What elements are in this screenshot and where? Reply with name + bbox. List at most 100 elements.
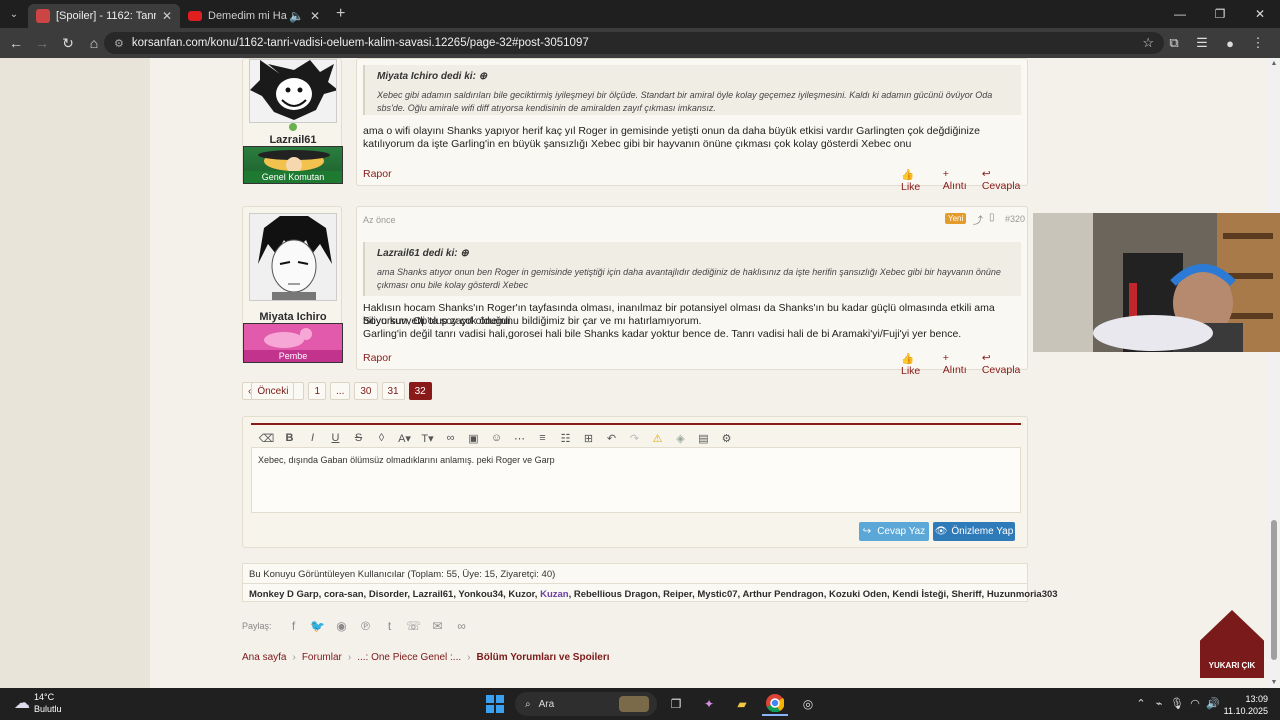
system-clock[interactable]: 13:09 11.10.2025 xyxy=(1224,693,1268,717)
report-link[interactable]: Rapor xyxy=(363,168,392,180)
more-icon[interactable]: ⋯ xyxy=(508,428,531,448)
file-explorer-icon[interactable]: ▰ xyxy=(729,692,755,716)
scroll-down-icon[interactable]: ▼ xyxy=(1268,679,1280,686)
crumb-episode-comments[interactable]: Bölüm Yorumları ve Spoilerı xyxy=(476,652,609,663)
taskbar-search[interactable]: ⌕ Ara xyxy=(515,692,657,716)
page-scrollbar[interactable]: ▲ ▼ xyxy=(1268,58,1280,688)
tumblr-icon[interactable]: t xyxy=(378,619,402,633)
viewer-names-more[interactable]: , Rebellious Dragon, Reiper, Mystic07, A… xyxy=(569,589,1058,600)
italic-icon[interactable]: I xyxy=(301,428,324,448)
bookmark-icon[interactable]: ▯ xyxy=(989,212,995,223)
chrome-icon[interactable] xyxy=(762,692,788,716)
quote-author[interactable]: Miyata Ichiro dedi ki: xyxy=(377,71,476,82)
menu-dots-icon[interactable]: ⋮ xyxy=(1244,31,1272,55)
table-icon[interactable]: ⊞ xyxy=(577,428,600,448)
link-icon[interactable]: ∞ xyxy=(439,428,462,448)
align-icon[interactable]: ≡ xyxy=(531,428,554,448)
reload-icon[interactable]: ↻ xyxy=(56,31,80,55)
crumb-one-piece[interactable]: ...: One Piece Genel :... xyxy=(357,652,461,663)
prev-page-button[interactable]: ‹ Önceki xyxy=(242,382,305,400)
volume-icon[interactable]: 🔊 xyxy=(1204,697,1222,710)
inline-spoiler-icon[interactable]: ◈ xyxy=(669,428,692,448)
whatsapp-icon[interactable]: ☏ xyxy=(402,619,426,633)
expand-quote-icon[interactable]: ⊕ xyxy=(460,248,468,259)
font-family-icon[interactable]: A▾ xyxy=(393,428,416,448)
avatar[interactable] xyxy=(249,59,337,123)
redo-icon[interactable]: ↷ xyxy=(623,428,646,448)
eraser-icon[interactable]: ⌫ xyxy=(255,428,278,448)
reddit-icon[interactable]: ◉ xyxy=(330,619,354,633)
drafts-icon[interactable]: ▤ xyxy=(692,428,715,448)
settings-gear-icon[interactable]: ⚙ xyxy=(715,428,738,448)
image-icon[interactable]: ▣ xyxy=(462,428,485,448)
obs-icon[interactable]: ◎ xyxy=(795,692,821,716)
username[interactable]: Miyata Ichiro xyxy=(243,311,343,323)
windows-start-icon[interactable] xyxy=(482,692,508,716)
copilot-icon[interactable]: ✦ xyxy=(696,692,722,716)
font-size-icon[interactable]: T▾ xyxy=(416,428,439,448)
viewer-names[interactable]: Monkey D Garp, cora-san, Disorder, Lazra… xyxy=(249,589,540,600)
bookmark-star-icon[interactable]: ☆ xyxy=(1142,35,1154,51)
tab-close-icon[interactable]: ✕ xyxy=(162,9,172,23)
tab-youtube[interactable]: Demedim mi Haydar (Ahm 🔈 ✕ xyxy=(180,4,328,28)
scroll-thumb[interactable] xyxy=(1271,520,1277,660)
close-window-icon[interactable]: ✕ xyxy=(1240,0,1280,28)
tab-forum[interactable]: [Spoiler] - 1162: Tanrı Vadisi Öl ✕ xyxy=(28,4,180,28)
quote-button[interactable]: + Alıntı xyxy=(943,168,972,193)
forward-icon[interactable]: → xyxy=(30,31,54,55)
page-30-link[interactable]: 30 xyxy=(354,382,378,400)
page-ellipsis[interactable]: ... xyxy=(330,382,351,400)
tab-close-icon[interactable]: ✕ xyxy=(310,9,320,23)
list-icon[interactable]: ☷ xyxy=(554,428,577,448)
share-icon[interactable]: ⤴ xyxy=(973,212,983,227)
expand-quote-icon[interactable]: ⊕ xyxy=(479,71,487,82)
new-tab-button[interactable]: + xyxy=(336,5,345,23)
restore-icon[interactable]: ❐ xyxy=(1200,0,1240,28)
reply-button[interactable]: ↩ Cevapla xyxy=(982,352,1027,377)
extensions-icon[interactable]: ⧉ xyxy=(1160,31,1188,55)
post-number[interactable]: #320 xyxy=(1005,214,1025,224)
network-icon[interactable]: ⌁ xyxy=(1150,697,1168,710)
emoji-icon[interactable]: ☺ xyxy=(485,428,508,448)
email-icon[interactable]: ✉ xyxy=(426,619,450,633)
username[interactable]: Lazrail61 xyxy=(243,134,343,146)
pinterest-icon[interactable]: ℗ xyxy=(354,619,378,633)
tab-search-chevron-icon[interactable]: ⌄ xyxy=(0,0,28,28)
page-31-link[interactable]: 31 xyxy=(381,382,405,400)
wifi-icon[interactable]: ◠ xyxy=(1186,697,1204,710)
profile-avatar-icon[interactable]: ● xyxy=(1216,31,1244,55)
address-bar[interactable]: ⚙ korsanfan.com/konu/1162-tanri-vadisi-o… xyxy=(104,32,1164,54)
page-1-link[interactable]: 1 xyxy=(308,382,327,400)
spoiler-warning-icon[interactable]: ⚠ xyxy=(646,428,669,448)
tray-chevron-up-icon[interactable]: ⌃ xyxy=(1132,697,1150,710)
crumb-home[interactable]: Ana sayfa xyxy=(242,652,286,663)
like-button[interactable]: 👍 Like xyxy=(901,168,933,193)
share-link-icon[interactable]: ∞ xyxy=(450,619,474,633)
preview-button[interactable]: 👁 Önizleme Yap xyxy=(933,522,1015,541)
post-time[interactable]: Az önce xyxy=(363,215,396,225)
undo-icon[interactable]: ↶ xyxy=(600,428,623,448)
reply-button[interactable]: ↩ Cevapla xyxy=(982,168,1027,193)
twitter-icon[interactable]: 🐦 xyxy=(306,619,330,633)
quote-button[interactable]: + Alıntı xyxy=(943,352,972,377)
home-icon[interactable]: ⌂ xyxy=(82,31,106,55)
scroll-up-icon[interactable]: ▲ xyxy=(1268,60,1280,67)
strikethrough-icon[interactable]: S xyxy=(347,428,370,448)
speaker-icon[interactable]: 🔈 xyxy=(289,9,304,23)
page-32-current[interactable]: 32 xyxy=(408,382,432,400)
avatar[interactable] xyxy=(249,213,337,301)
site-info-icon[interactable]: ⚙ xyxy=(114,37,124,50)
like-button[interactable]: 👍 Like xyxy=(901,352,933,377)
submit-reply-button[interactable]: ↪ Cevap Yaz xyxy=(859,522,929,541)
viewer-kuzan[interactable]: Kuzan xyxy=(540,589,569,600)
bold-icon[interactable]: B xyxy=(278,428,301,448)
back-icon[interactable]: ← xyxy=(4,31,28,55)
facebook-icon[interactable]: f xyxy=(282,619,306,633)
crumb-forums[interactable]: Forumlar xyxy=(302,652,342,663)
quote-author[interactable]: Lazrail61 dedi ki: xyxy=(377,248,458,259)
reply-textarea[interactable]: Xebec, dışında Gaban ölümsüz olmadıkları… xyxy=(251,447,1021,513)
text-color-icon[interactable]: ◊ xyxy=(370,428,393,448)
microphone-icon[interactable]: 🎙 xyxy=(1168,697,1186,710)
report-link[interactable]: Rapor xyxy=(363,352,392,364)
minimize-icon[interactable]: — xyxy=(1160,0,1200,28)
